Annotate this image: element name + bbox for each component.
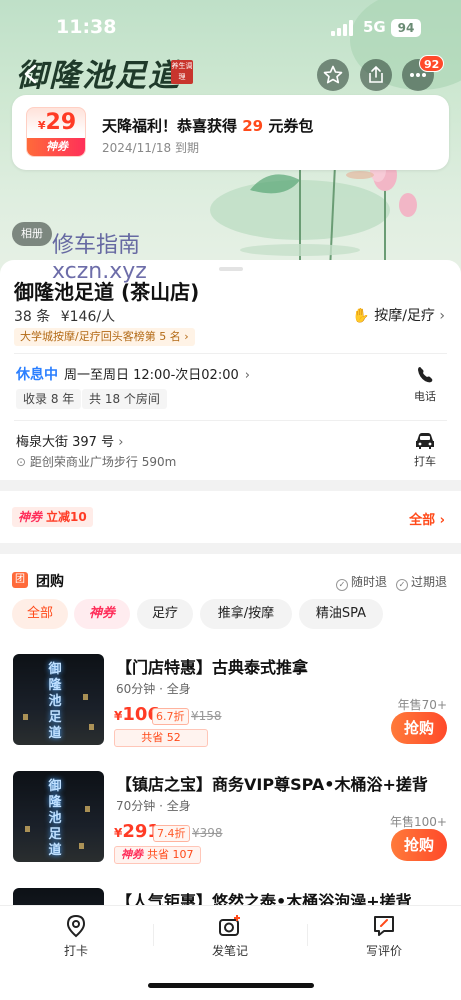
album-button[interactable]: 相册	[12, 222, 52, 246]
write-review-button[interactable]: 写评价	[329, 914, 439, 959]
taxi-button[interactable]: 打车	[405, 432, 445, 469]
phone-button[interactable]: 电话	[405, 365, 445, 404]
deal-title: 【门店特惠】古典泰式推拿	[116, 658, 309, 677]
chevron-right-icon: ›	[114, 435, 124, 450]
location-pin-icon: ⊙	[16, 455, 27, 469]
location-pin-icon	[66, 914, 86, 938]
battery-icon: 94	[391, 19, 421, 37]
drag-handle[interactable]	[219, 267, 243, 271]
coupon-amount: ¥29	[37, 110, 77, 135]
chevron-right-icon: ›	[435, 513, 445, 528]
network-type: 5G	[363, 18, 386, 36]
coupon-title: 天降福利！恭喜获得 29 元券包	[102, 117, 314, 135]
filter-massage[interactable]: 推拿/按摩	[200, 599, 292, 629]
camera-plus-icon	[219, 915, 240, 936]
deal-thumbnail: 御隆池足道	[13, 771, 104, 862]
checkin-button[interactable]: 打卡	[21, 914, 131, 959]
shop-meta[interactable]: 38 条 ¥146/人	[14, 306, 115, 326]
divider	[14, 353, 447, 354]
category-link[interactable]: ✋ 按摩/足疗 ›	[352, 305, 445, 325]
policy-refund-expired: ✓ 过期退	[396, 573, 447, 591]
deal-meta: 70分钟 · 全身	[116, 799, 191, 813]
divider	[153, 924, 154, 946]
group-buy-title: 团购	[36, 574, 64, 590]
favorite-button[interactable]	[317, 59, 349, 91]
coupon-ticket: ¥29 神券	[26, 107, 86, 157]
share-icon	[369, 65, 383, 83]
coupon-expiry: 2024/11/18 到期	[102, 141, 199, 155]
promo-all-link[interactable]: 全部 ›	[409, 509, 445, 528]
price-per-person: ¥146/人	[60, 309, 116, 325]
tag-years: 收录 8 年	[16, 389, 82, 409]
tag-rooms: 共 18 个房间	[82, 389, 167, 409]
notification-badge: 92	[419, 55, 445, 72]
deal-discount: 6.7折	[152, 708, 189, 725]
buy-button[interactable]: 抢购	[391, 829, 447, 861]
deal-saving: 神券 共省 107	[114, 846, 201, 864]
promo-bar[interactable]: 神券 立减10 全部 ›	[0, 491, 461, 543]
business-hours[interactable]: 周一至周日 12:00-次日02:00 ›	[64, 364, 250, 383]
home-indicator[interactable]	[148, 983, 314, 988]
car-icon	[416, 433, 434, 449]
check-circle-icon: ✓	[396, 579, 408, 591]
filter-foot-therapy[interactable]: 足疗	[137, 599, 193, 629]
divider	[307, 924, 308, 946]
group-buy-section: 团 团购 ✓ 随时退 ✓ 过期退 全部 神券 足疗 推拿/按摩 精油SPA 御隆池足…	[0, 554, 461, 914]
brand-seal: 养生调理	[171, 60, 193, 84]
shop-sign: 御隆池足道	[48, 662, 62, 741]
post-note-button[interactable]: 发笔记	[175, 914, 285, 959]
massage-hand-icon: ✋	[352, 308, 370, 324]
chevron-right-icon: ›	[180, 330, 189, 343]
rank-badge[interactable]: 大学城按摩/足疗回头客榜第 5 名 ›	[14, 328, 195, 346]
status-time: 11:38	[56, 16, 117, 38]
buy-button[interactable]: 抢购	[391, 712, 447, 744]
coupon-card[interactable]: ¥29 神券 天降福利！恭喜获得 29 元券包 2024/11/18 到期	[12, 95, 449, 170]
review-count: 38 条	[14, 309, 51, 325]
star-icon	[323, 65, 343, 84]
deal-original-price: ¥158	[191, 709, 222, 723]
chevron-right-icon: ›	[439, 308, 445, 324]
watermark: 修车指南 xczn.xyz	[52, 233, 147, 284]
deal-saving: 共省 52	[114, 729, 208, 747]
deal-discount: 7.4折	[153, 825, 190, 842]
group-buy-icon: 团	[12, 572, 28, 588]
deal-item[interactable]: 御隆池足道 【镇店之宝】商务VIP尊SPA•木桶浴+搓背 70分钟 · 全身 ¥…	[0, 771, 461, 881]
deal-item[interactable]: 御隆池足道 【门店特惠】古典泰式推拿 60分钟 · 全身 ¥106 6.7折 ¥…	[0, 654, 461, 764]
chevron-left-icon	[24, 64, 37, 84]
deal-meta: 60分钟 · 全身	[116, 682, 191, 696]
filter-shenquan[interactable]: 神券	[74, 599, 130, 629]
promo-chip: 神券 立减10	[12, 507, 93, 527]
check-circle-icon: ✓	[336, 579, 348, 591]
shop-info-card: 御隆池足道 (茶山店) 38 条 ¥146/人 ✋ 按摩/足疗 › 大学城按摩/…	[0, 260, 461, 480]
chevron-right-icon: ›	[244, 368, 250, 383]
coupon-tag: 神券	[27, 138, 85, 156]
divider	[14, 420, 447, 421]
phone-icon	[418, 367, 433, 383]
deal-sold: 年售100+	[390, 815, 447, 829]
edit-review-icon	[374, 916, 394, 936]
filter-all[interactable]: 全部	[12, 599, 68, 629]
deal-original-price: ¥398	[192, 826, 223, 840]
share-button[interactable]	[360, 59, 392, 91]
policy-refund-anytime: ✓ 随时退	[336, 573, 387, 591]
deal-sold: 年售70+	[397, 698, 447, 712]
distance-info: ⊙ 距创荣商业广场步行 590m	[16, 455, 177, 469]
address[interactable]: 梅泉大街 397 号 ›	[16, 431, 123, 450]
status-bar: 11:38 5G 94	[0, 14, 461, 42]
signal-icon	[331, 20, 353, 36]
open-status: 休息中	[16, 367, 58, 383]
back-button[interactable]	[14, 58, 48, 92]
deal-title: 【镇店之宝】商务VIP尊SPA•木桶浴+搓背	[116, 775, 428, 794]
shop-sign: 御隆池足道	[48, 779, 62, 858]
filter-oil-spa[interactable]: 精油SPA	[299, 599, 383, 629]
deal-thumbnail: 御隆池足道	[13, 654, 104, 745]
